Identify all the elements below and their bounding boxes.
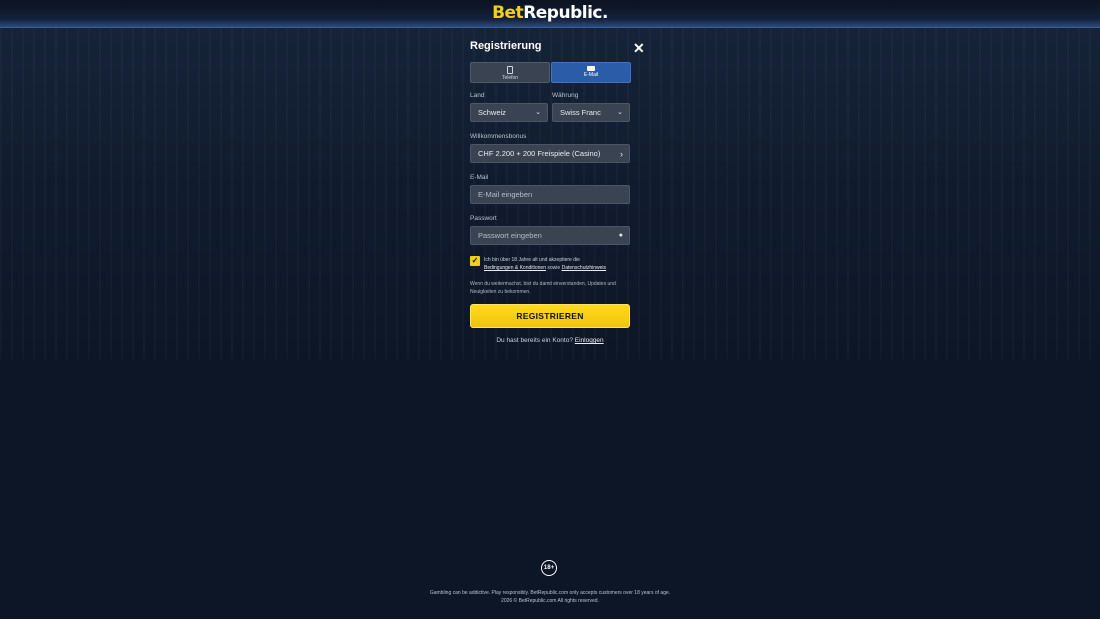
- privacy-link[interactable]: Datenschutzhinweis: [562, 265, 606, 271]
- bonus-label: Willkommensbonus: [470, 133, 527, 140]
- password-field[interactable]: Passwort eingeben ●: [470, 226, 630, 245]
- email-label: E-Mail: [470, 174, 489, 181]
- close-icon[interactable]: ✕: [633, 40, 645, 57]
- consent-text: Ich bin über 18 Jahre alt und akzeptiere…: [484, 256, 634, 272]
- tab-email[interactable]: E-Mail: [551, 62, 631, 83]
- consent-text-before: Ich bin über 18 Jahre alt und akzeptiere…: [484, 257, 580, 263]
- age-consent-checkbox[interactable]: ✓: [470, 256, 480, 266]
- register-button[interactable]: REGISTRIEREN: [470, 304, 630, 328]
- country-label: Land: [470, 92, 485, 99]
- login-prompt-row: Du hast bereits ein Konto? Einloggen: [470, 337, 630, 344]
- country-value: Schweiz: [478, 108, 506, 117]
- tab-email-label: E-Mail: [583, 72, 599, 78]
- footer-copyright: 2026 © BetRepublic.com All rights reserv…: [501, 598, 599, 604]
- email-placeholder: E-Mail eingeben: [478, 190, 533, 199]
- brand-logo[interactable]: BetRepublic.: [0, 3, 1100, 23]
- tab-phone[interactable]: Telefon: [470, 62, 550, 83]
- phone-icon: [507, 66, 513, 74]
- chevron-down-icon: ⌄: [617, 109, 623, 116]
- chevron-right-icon: ›: [620, 149, 623, 159]
- age-restriction-badge: 18+: [541, 560, 557, 576]
- currency-select[interactable]: Swiss Franc ⌄: [552, 103, 630, 122]
- updates-info-text: Wenn du weitermachst, bist du damit einv…: [470, 281, 616, 295]
- logo-part-bet: Bet: [492, 3, 524, 23]
- terms-link[interactable]: Bedingungen & Konditionen: [484, 265, 546, 271]
- login-prompt-text: Du hast bereits ein Konto?: [496, 337, 573, 344]
- eye-icon[interactable]: ●: [619, 227, 623, 245]
- country-select[interactable]: Schweiz ⌄: [470, 103, 548, 122]
- bonus-select[interactable]: CHF 2.200 + 200 Freispiele (Casino) ›: [470, 144, 630, 163]
- currency-value: Swiss Franc: [560, 108, 601, 117]
- footer-disclaimer: Gambling can be addictive. Play responsi…: [429, 590, 671, 596]
- login-link[interactable]: Einloggen: [575, 337, 604, 344]
- top-bar: BetRepublic.: [0, 0, 1100, 28]
- modal-title: Registrierung: [470, 40, 542, 52]
- currency-label: Währung: [552, 92, 579, 99]
- email-field[interactable]: E-Mail eingeben: [470, 185, 630, 204]
- logo-part-republic: Republic.: [523, 3, 608, 23]
- bonus-value: CHF 2.200 + 200 Freispiele (Casino): [478, 149, 601, 158]
- password-placeholder: Passwort eingeben: [478, 231, 542, 240]
- signup-method-tabs: Telefon E-Mail: [470, 62, 631, 83]
- tab-phone-label: Telefon: [501, 75, 519, 81]
- password-label: Passwort: [470, 215, 497, 222]
- chevron-down-icon: ⌄: [535, 109, 541, 116]
- footer: Gambling can be addictive. Play responsi…: [0, 589, 1100, 605]
- mail-icon: [587, 66, 595, 71]
- consent-text-middle: sowie: [547, 265, 561, 271]
